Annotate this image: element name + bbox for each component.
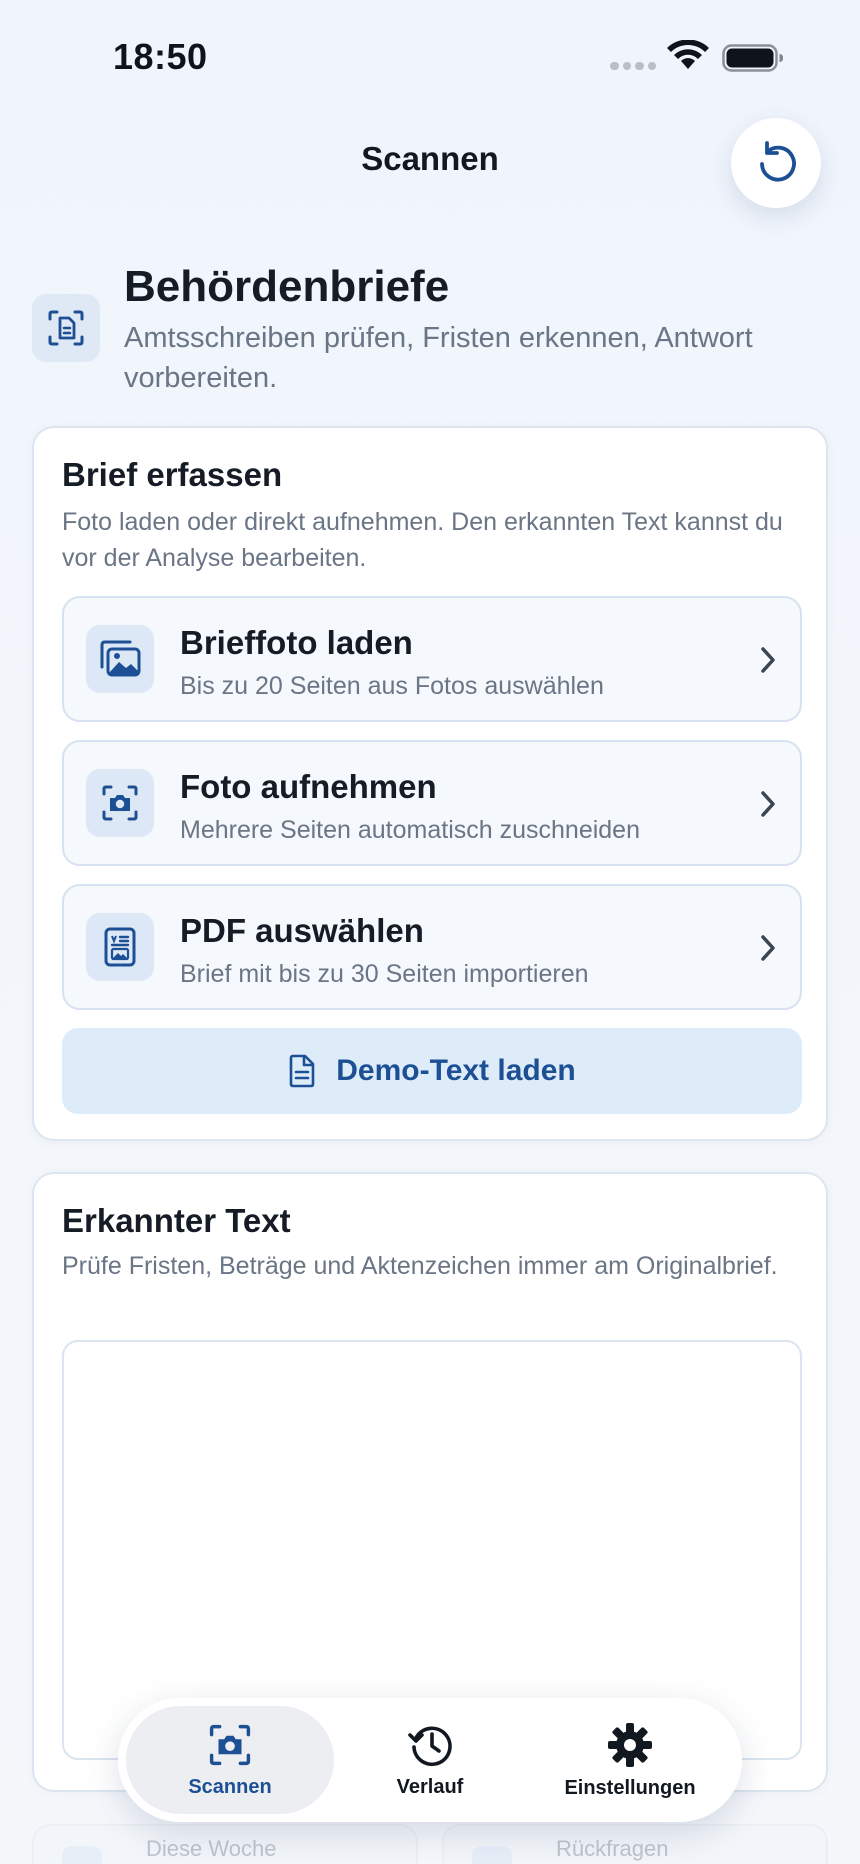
capture-card: Brief erfassen Foto laden oder direkt au…: [32, 426, 828, 1141]
status-time: 18:50: [113, 36, 208, 77]
demo-button-label: Demo-Text laden: [336, 1054, 576, 1087]
wifi-icon: [667, 40, 709, 69]
app-subtitle: Amtsschreiben prüfen, Fristen erkennen, …: [124, 322, 753, 394]
chevron-right-icon: [761, 791, 775, 817]
load-demo-text-button[interactable]: Demo-Text laden: [62, 1028, 802, 1114]
follow-ups-card[interactable]: Rückfragen: [442, 1824, 828, 1864]
recognized-description: Prüfe Fristen, Beträge und Aktenzeichen …: [62, 1252, 778, 1280]
option-title: PDF auswählen: [180, 912, 424, 949]
recognized-text-editor[interactable]: [62, 1340, 802, 1760]
question-icon: [472, 1846, 512, 1864]
chevron-right-icon: [761, 935, 775, 961]
peek-label: Rückfragen: [556, 1836, 669, 1861]
document-icon: [289, 1054, 315, 1088]
chevron-right-icon: [761, 647, 775, 673]
app-title: Behördenbriefe: [124, 262, 450, 311]
option-subtitle: Bis zu 20 Seiten aus Fotos auswählen: [180, 672, 604, 700]
option-subtitle: Brief mit bis zu 30 Seiten importieren: [180, 960, 589, 988]
peek-label: Diese Woche: [146, 1836, 277, 1861]
document-scan-icon: [32, 294, 100, 362]
recognized-title: Erkannter Text: [62, 1202, 291, 1239]
this-week-card[interactable]: Diese Woche: [32, 1824, 418, 1864]
camera-viewfinder-icon: [209, 1724, 251, 1765]
pdf-document-icon: [86, 913, 154, 981]
tab-bar: Scannen Verlauf Einstellungen: [118, 1698, 742, 1822]
rotate-ccw-icon: [760, 141, 796, 182]
reset-button[interactable]: [731, 118, 821, 208]
tab-verlauf[interactable]: Verlauf: [326, 1706, 534, 1814]
clock-history-icon: [408, 1726, 452, 1766]
capture-description: Foto laden oder direkt aufnehmen. Den er…: [62, 508, 783, 572]
tab-scannen[interactable]: Scannen: [126, 1706, 334, 1814]
status-bar: 18:50: [0, 0, 860, 110]
battery-icon: [722, 44, 783, 72]
choose-pdf-option[interactable]: PDF auswählen Brief mit bis zu 30 Seiten…: [62, 884, 802, 1010]
camera-viewfinder-icon: [86, 769, 154, 837]
gear-icon: [608, 1722, 652, 1767]
cellular-signal-icon: [610, 62, 656, 70]
load-photo-option[interactable]: Brieffoto laden Bis zu 20 Seiten aus Fot…: [62, 596, 802, 722]
capture-title: Brief erfassen: [62, 456, 283, 493]
tab-label: Einstellungen: [564, 1776, 696, 1799]
option-subtitle: Mehrere Seiten automatisch zuschneiden: [180, 816, 640, 844]
take-photo-option[interactable]: Foto aufnehmen Mehrere Seiten automatisc…: [62, 740, 802, 866]
tab-label: Verlauf: [396, 1775, 464, 1798]
calendar-icon: [62, 1846, 102, 1864]
photos-icon: [86, 625, 154, 693]
tab-einstellungen[interactable]: Einstellungen: [526, 1706, 734, 1814]
tab-label: Scannen: [188, 1775, 272, 1798]
option-title: Brieffoto laden: [180, 624, 413, 661]
option-title: Foto aufnehmen: [180, 768, 437, 805]
